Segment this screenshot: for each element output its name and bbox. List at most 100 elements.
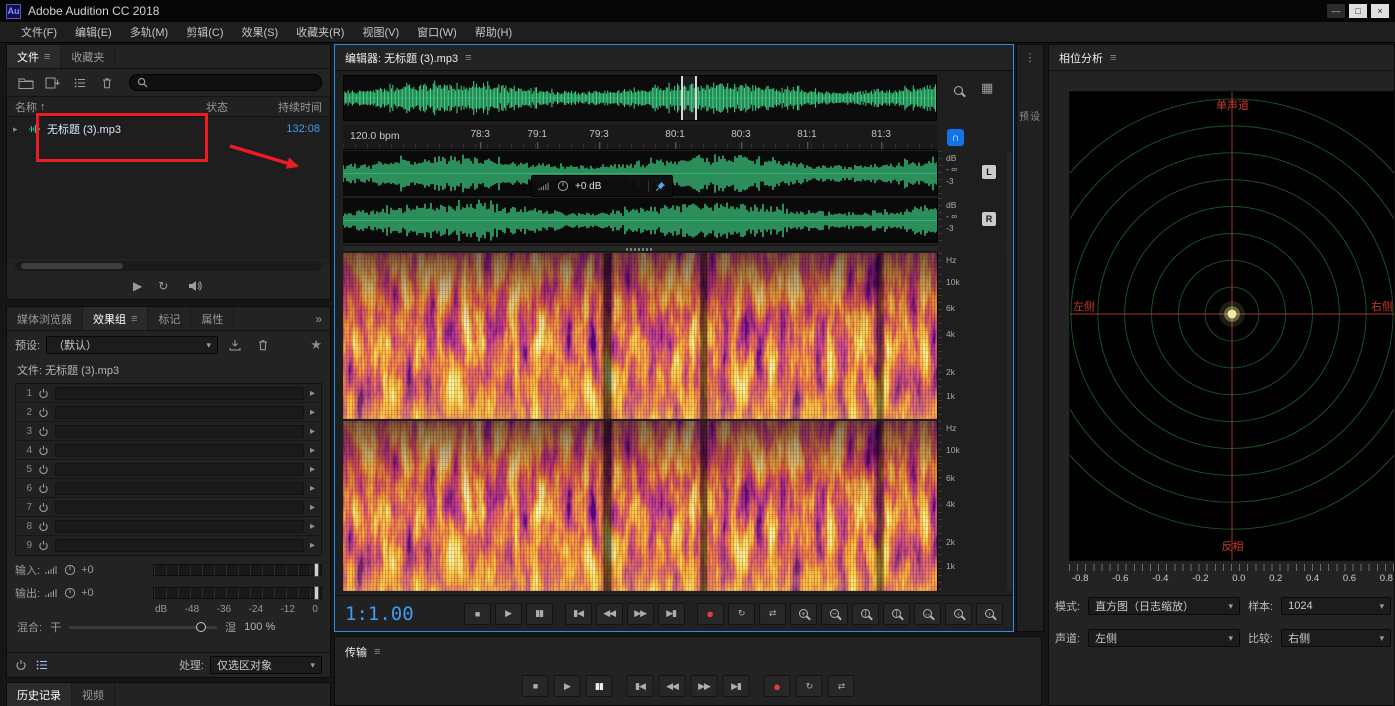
skip-selection-button[interactable]: ⇄ (828, 675, 855, 697)
menu-effects[interactable]: 效果(S) (233, 22, 288, 42)
effect-slot-row[interactable]: 8▸ (16, 517, 321, 536)
loop-playback-button[interactable]: ↻ (796, 675, 823, 697)
menu-multitrack[interactable]: 多轨(M) (121, 22, 178, 42)
pin-icon[interactable] (648, 181, 666, 192)
tab-overflow-icon[interactable]: » (315, 312, 330, 326)
waveform-right-channel[interactable] (343, 198, 937, 243)
editor-hscrollbar-thumb[interactable] (343, 246, 937, 251)
power-icon[interactable] (38, 464, 49, 475)
power-icon[interactable] (38, 426, 49, 437)
power-icon[interactable] (38, 483, 49, 494)
zoom-navigate-icon[interactable] (947, 81, 969, 99)
tab-history[interactable]: 历史记录 (7, 683, 72, 706)
insert-to-multitrack-button[interactable] (69, 74, 91, 92)
power-icon[interactable] (38, 540, 49, 551)
effect-slot-well[interactable] (55, 520, 304, 533)
output-level-thumb[interactable] (314, 586, 319, 600)
effect-slot-well[interactable] (55, 387, 304, 400)
effect-slot-well[interactable] (55, 501, 304, 514)
slot-arrow-icon[interactable]: ▸ (310, 426, 315, 437)
rack-list-icon[interactable] (36, 659, 48, 671)
slot-arrow-icon[interactable]: ▸ (310, 483, 315, 494)
import-file-button[interactable] (42, 74, 64, 92)
tab-favorites[interactable]: 收藏夹 (61, 45, 115, 68)
output-level-slider[interactable] (153, 587, 322, 599)
tab-markers[interactable]: 标记 (148, 307, 191, 330)
effect-slot-row[interactable]: 9▸ (16, 536, 321, 555)
preview-loop-button[interactable]: ↻ (158, 279, 168, 293)
overview-view-marker[interactable] (681, 76, 697, 120)
slot-arrow-icon[interactable]: ▸ (310, 540, 315, 551)
power-icon[interactable] (38, 388, 49, 399)
input-level-thumb[interactable] (314, 563, 319, 577)
stop-button[interactable]: ■ (464, 603, 491, 625)
power-icon[interactable] (38, 502, 49, 513)
files-hscrollbar[interactable] (15, 261, 322, 271)
files-hscrollbar-thumb[interactable] (21, 263, 123, 269)
preset-dropdown[interactable]: （默认） ▾ (46, 336, 218, 354)
open-file-button[interactable] (15, 74, 37, 92)
effect-slot-well[interactable] (55, 425, 304, 438)
solo-monitor-button[interactable]: ∩ (947, 129, 964, 146)
rack-power-icon[interactable] (15, 659, 27, 671)
mix-knob[interactable] (196, 622, 206, 632)
column-status[interactable]: 状态 (206, 99, 258, 115)
effect-slot-row[interactable]: 6▸ (16, 479, 321, 498)
slot-arrow-icon[interactable]: ▸ (310, 388, 315, 399)
zoom-out-button[interactable]: − (821, 603, 848, 625)
play-button[interactable]: ▶ (495, 603, 522, 625)
timecode-display[interactable]: 1:1.00 (345, 603, 414, 625)
panel-menu-icon[interactable]: ≡ (44, 51, 50, 63)
sample-dropdown[interactable]: 1024 ▾ (1281, 597, 1391, 615)
tab-effects-rack[interactable]: 效果组 ≡ (83, 307, 148, 330)
delete-file-button[interactable] (96, 74, 118, 92)
menu-help[interactable]: 帮助(H) (466, 22, 521, 42)
mode-dropdown[interactable]: 直方图（日志缩放） ▾ (1088, 597, 1240, 615)
power-icon[interactable] (38, 521, 49, 532)
record-button[interactable]: ● (764, 675, 791, 697)
transport-title[interactable]: 传输 (345, 644, 367, 660)
row-expander-icon[interactable]: ▸ (13, 124, 23, 135)
loop-playback-button[interactable]: ↻ (728, 603, 755, 625)
gain-knob-icon[interactable] (557, 180, 569, 192)
gain-knob-icon[interactable] (64, 564, 76, 576)
effect-slot-well[interactable] (55, 463, 304, 476)
skip-selection-button[interactable]: ⇄ (759, 603, 786, 625)
search-input[interactable] (129, 74, 322, 91)
close-button[interactable]: × (1371, 4, 1389, 18)
pause-button[interactable]: ▮▮ (526, 603, 553, 625)
effect-slot-well[interactable] (55, 482, 304, 495)
menu-view[interactable]: 视图(V) (353, 22, 408, 42)
panel-menu-icon[interactable]: ≡ (465, 52, 471, 64)
effect-slot-well[interactable] (55, 406, 304, 419)
stop-button[interactable]: ■ (522, 675, 549, 697)
collapsed-panel-label[interactable]: 预设 (1017, 108, 1043, 123)
skip-to-start-button[interactable]: ▮◀ (565, 603, 592, 625)
skip-to-start-button[interactable]: ▮◀ (627, 675, 654, 697)
effect-slot-well[interactable] (55, 539, 304, 552)
play-button[interactable]: ▶ (554, 675, 581, 697)
effect-slot-well[interactable] (55, 444, 304, 457)
effect-slot-row[interactable]: 5▸ (16, 460, 321, 479)
tab-files[interactable]: 文件 ≡ (7, 45, 61, 68)
autoplay-speaker-button[interactable] (184, 277, 206, 295)
menu-edit[interactable]: 编辑(E) (66, 22, 121, 42)
delete-preset-button[interactable] (252, 336, 274, 354)
slot-arrow-icon[interactable]: ▸ (310, 464, 315, 475)
zoom-selection-button[interactable]: ↔ (914, 603, 941, 625)
zoom-reset-left-button[interactable]: ‹ (945, 603, 972, 625)
input-level-slider[interactable] (153, 564, 322, 576)
record-button[interactable]: ● (697, 603, 724, 625)
power-icon[interactable] (38, 445, 49, 456)
effect-slot-row[interactable]: 3▸ (16, 422, 321, 441)
spectrogram-left-channel[interactable] (343, 253, 937, 419)
fast-forward-button[interactable]: ▶▶ (691, 675, 718, 697)
panel-menu-icon[interactable]: ≡ (1110, 52, 1116, 64)
preview-play-button[interactable]: ▶ (133, 279, 142, 293)
favorite-star-icon[interactable]: ★ (310, 337, 322, 353)
zoom-in-button[interactable]: + (790, 603, 817, 625)
skip-to-end-button[interactable]: ▶▮ (658, 603, 685, 625)
menu-favorites[interactable]: 收藏夹(R) (287, 22, 353, 42)
phase-title[interactable]: 相位分析 (1059, 50, 1103, 66)
menu-file[interactable]: 文件(F) (12, 22, 66, 42)
